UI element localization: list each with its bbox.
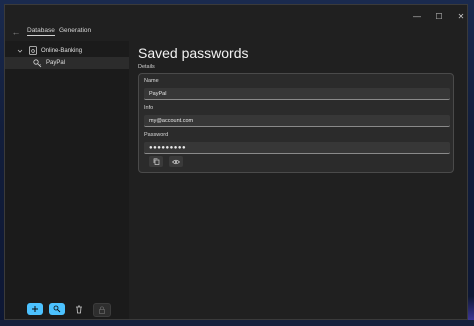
info-field[interactable]: my@account.com xyxy=(144,115,450,127)
name-label: Name xyxy=(144,78,159,84)
lock-button[interactable] xyxy=(93,303,111,317)
tab-generation[interactable]: Generation xyxy=(59,27,91,34)
tree-item-label: Online-Banking xyxy=(41,47,83,54)
password-field[interactable]: ●●●●●●●●● xyxy=(144,142,450,154)
info-label: Info xyxy=(144,105,154,111)
tree-item-label: PayPal xyxy=(46,60,66,66)
maximize-button[interactable]: ☐ xyxy=(431,11,447,23)
back-arrow-icon: ← xyxy=(11,27,21,37)
copy-icon xyxy=(153,158,159,165)
app-window: ← Database Generation — ☐ ✕ Online-Banki… xyxy=(4,4,468,320)
add-icon xyxy=(32,306,38,312)
chevron-down-icon[interactable] xyxy=(17,48,23,54)
page-title: Saved passwords xyxy=(138,45,249,61)
name-field[interactable]: PayPal xyxy=(144,88,450,100)
trash-icon xyxy=(76,305,82,313)
maximize-icon: ☐ xyxy=(435,12,443,21)
add-key-button[interactable] xyxy=(49,303,65,315)
back-button[interactable]: ← xyxy=(9,25,23,39)
eye-icon xyxy=(172,159,180,164)
add-entry-button[interactable] xyxy=(27,303,43,315)
tab-database[interactable]: Database xyxy=(27,27,55,36)
password-label: Password xyxy=(144,132,169,138)
main-content: Saved passwords Details Name PayPal Info… xyxy=(129,41,467,319)
lock-icon xyxy=(99,306,105,314)
details-panel: Name PayPal Info my@account.com Password… xyxy=(138,73,454,173)
sidebar: Online-Banking PayPal xyxy=(5,41,129,319)
copy-password-button[interactable] xyxy=(149,156,163,167)
close-button[interactable]: ✕ xyxy=(453,11,467,23)
key-search-icon xyxy=(53,305,61,313)
taskbar xyxy=(0,320,474,326)
minimize-icon: — xyxy=(413,12,421,21)
sidebar-action-bar xyxy=(5,299,129,319)
minimize-button[interactable]: — xyxy=(409,11,425,23)
database-icon xyxy=(29,46,37,55)
delete-button[interactable] xyxy=(71,303,87,315)
tree-item-online-banking[interactable]: Online-Banking xyxy=(17,45,82,56)
tree-item-paypal[interactable]: PayPal xyxy=(5,57,129,69)
details-section-label: Details xyxy=(138,64,155,70)
show-password-button[interactable] xyxy=(169,156,183,167)
close-icon: ✕ xyxy=(457,12,465,21)
key-icon xyxy=(33,58,42,67)
title-bar[interactable]: ← Database Generation — ☐ ✕ xyxy=(5,5,467,45)
